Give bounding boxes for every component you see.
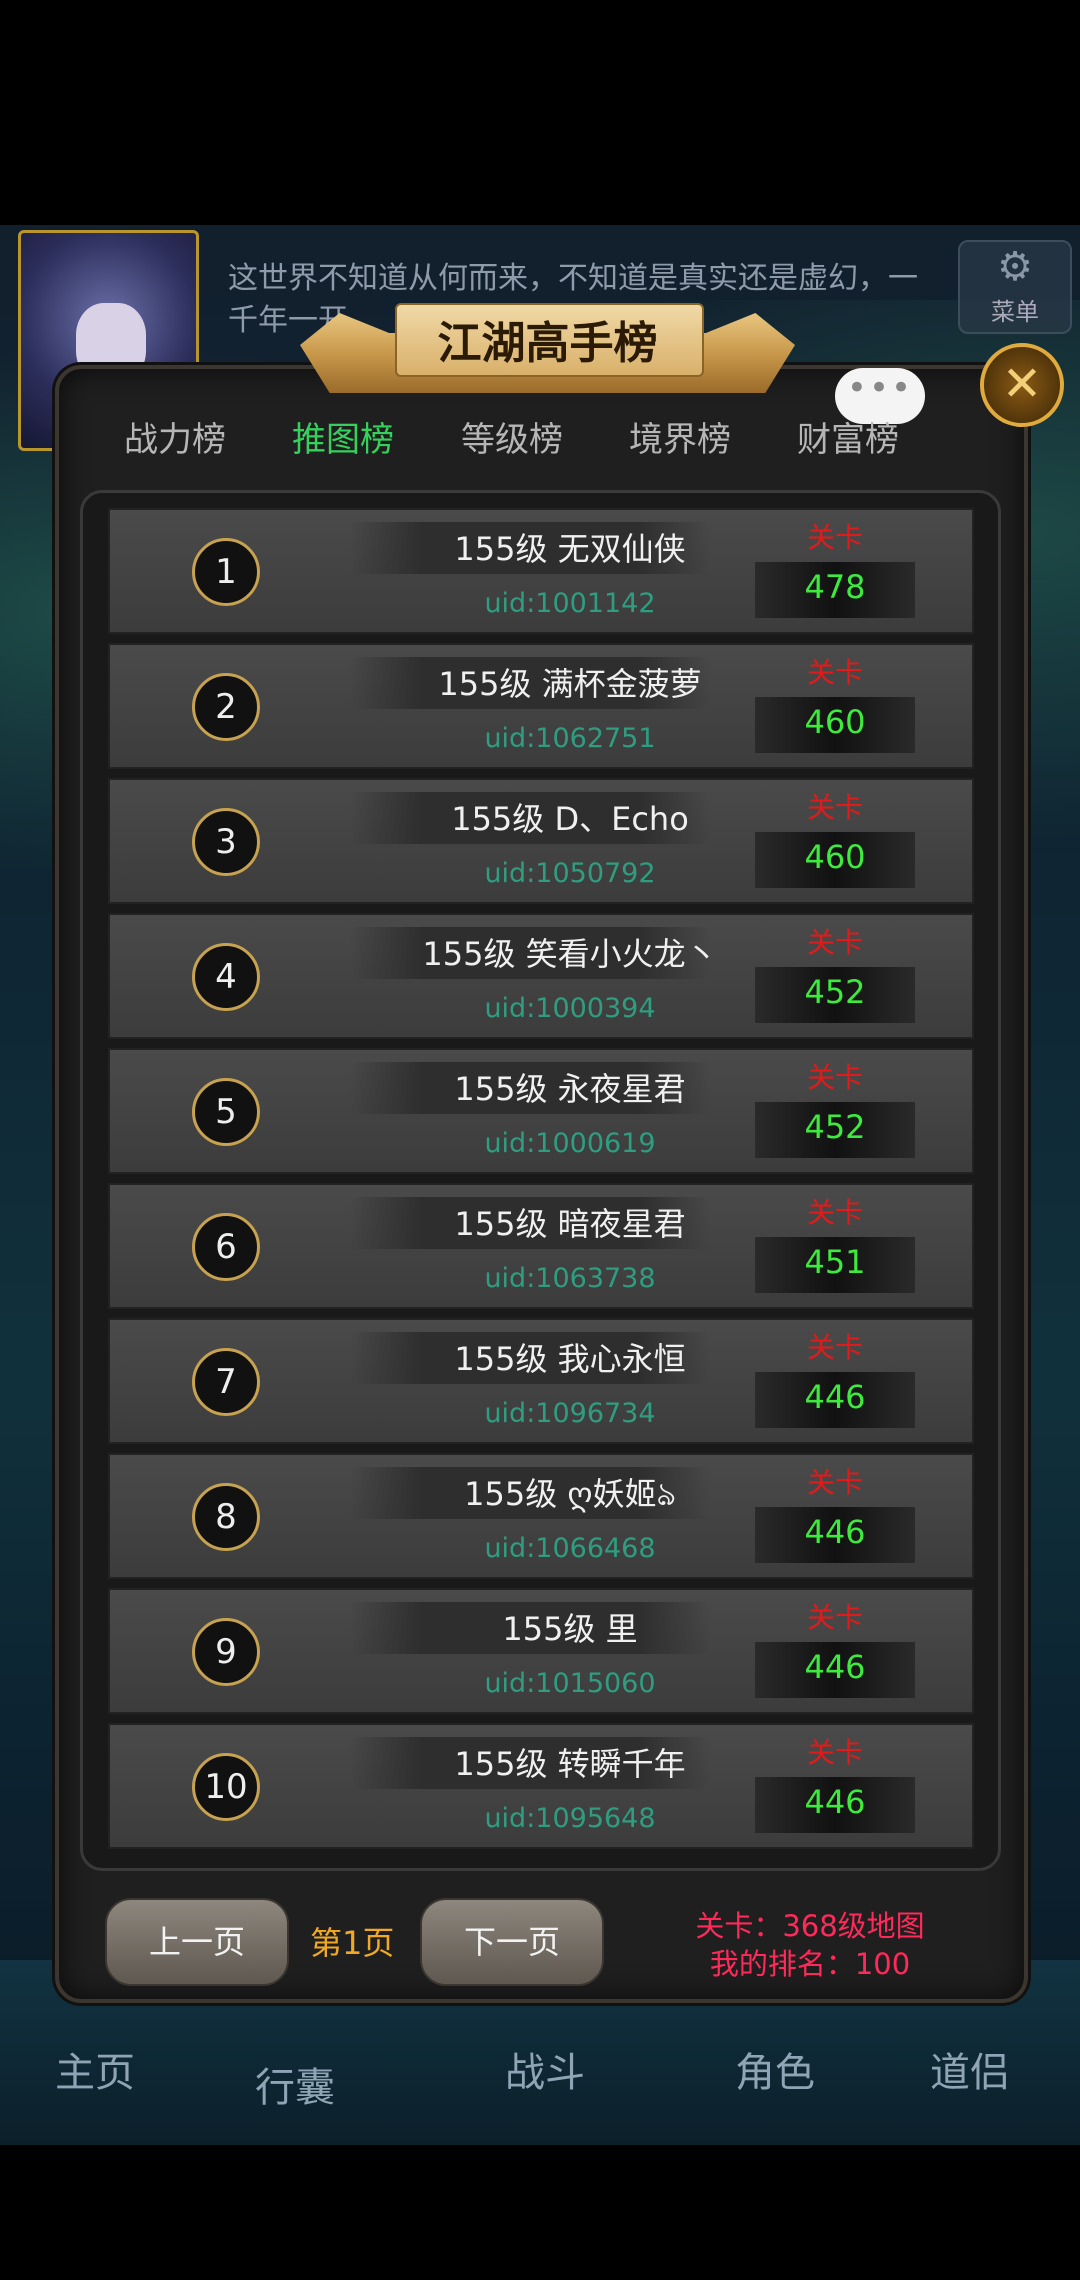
rank-badge: 3 bbox=[192, 808, 260, 876]
stage-label: 关卡 bbox=[806, 1061, 863, 1094]
leaderboard-row[interactable]: 8 155级 ღ妖姬ঌ uid:1066468 关卡 446 bbox=[108, 1453, 974, 1579]
rank-badge: 9 bbox=[192, 1618, 260, 1686]
tab-stage[interactable]: 推图榜 bbox=[263, 412, 423, 461]
next-page-button[interactable]: 下一页 bbox=[420, 1898, 604, 1986]
rank-badge: 10 bbox=[192, 1753, 260, 1821]
rank-badge: 6 bbox=[192, 1213, 260, 1281]
gear-icon: ⚙ bbox=[997, 244, 1033, 290]
nav-role[interactable]: 角色 bbox=[735, 2040, 815, 2098]
my-rank-text: 我的排名：100 bbox=[709, 1947, 911, 1981]
stage-label: 关卡 bbox=[806, 1331, 863, 1364]
stage-label: 关卡 bbox=[806, 1196, 863, 1229]
stage-label: 关卡 bbox=[806, 926, 863, 959]
menu-label: 菜单 bbox=[991, 298, 1039, 326]
stage-value: 446 bbox=[804, 1783, 866, 1821]
leaderboard-row[interactable]: 9 155级 里 uid:1015060 关卡 446 bbox=[108, 1588, 974, 1714]
rank-badge: 8 bbox=[192, 1483, 260, 1551]
stage-value: 460 bbox=[804, 703, 866, 741]
leaderboard-row[interactable]: 2 155级 满杯金菠萝 uid:1062751 关卡 460 bbox=[108, 643, 974, 769]
rank-badge: 2 bbox=[192, 673, 260, 741]
close-icon[interactable]: ✕ bbox=[980, 343, 1064, 427]
stage-label: 关卡 bbox=[806, 521, 863, 554]
nav-home[interactable]: 主页 bbox=[55, 2040, 135, 2098]
rank-badge: 1 bbox=[192, 538, 260, 606]
stage-value: 460 bbox=[804, 838, 866, 876]
tab-wealth[interactable]: 财富榜 bbox=[768, 412, 928, 461]
tab-power[interactable]: 战力榜 bbox=[95, 412, 255, 461]
leaderboard-row[interactable]: 7 155级 我心永恒 uid:1096734 关卡 446 bbox=[108, 1318, 974, 1444]
stage-value: 446 bbox=[804, 1378, 866, 1416]
prev-page-button[interactable]: 上一页 bbox=[105, 1898, 289, 1986]
my-stage-text: 关卡：368级地图 bbox=[695, 1909, 925, 1943]
rank-badge: 7 bbox=[192, 1348, 260, 1416]
leaderboard-row[interactable]: 6 155级 暗夜星君 uid:1063738 关卡 451 bbox=[108, 1183, 974, 1309]
nav-partner[interactable]: 道侣 bbox=[930, 2040, 1010, 2098]
tab-realm[interactable]: 境界榜 bbox=[600, 412, 760, 461]
stage-value: 478 bbox=[804, 568, 866, 606]
stage-label: 关卡 bbox=[806, 1736, 863, 1769]
leaderboard-row[interactable]: 4 155级 笑看小火龙丶 uid:1000394 关卡 452 bbox=[108, 913, 974, 1039]
stage-value: 446 bbox=[804, 1648, 866, 1686]
panel-title: 江湖高手榜 bbox=[437, 318, 658, 369]
menu-button[interactable]: ⚙ 菜单 bbox=[958, 240, 1072, 334]
stage-label: 关卡 bbox=[806, 1466, 863, 1499]
stage-value: 451 bbox=[804, 1243, 866, 1281]
leaderboard-row[interactable]: 3 155级 D、Echo uid:1050792 关卡 460 bbox=[108, 778, 974, 904]
rank-badge: 4 bbox=[192, 943, 260, 1011]
leaderboard-row[interactable]: 10 155级 转瞬千年 uid:1095648 关卡 446 bbox=[108, 1723, 974, 1849]
stage-label: 关卡 bbox=[806, 791, 863, 824]
rank-badge: 5 bbox=[192, 1078, 260, 1146]
nav-battle[interactable]: 战斗 bbox=[505, 2040, 585, 2098]
leaderboard-row[interactable]: 5 155级 永夜星君 uid:1000619 关卡 452 bbox=[108, 1048, 974, 1174]
stage-label: 关卡 bbox=[806, 1601, 863, 1634]
leaderboard-row[interactable]: 1 155级 无双仙侠 uid:1001142 关卡 478 bbox=[108, 508, 974, 634]
page-indicator: 第1页 bbox=[310, 1924, 395, 1962]
ranking-tabs: 战力榜 推图榜 等级榜 境界榜 财富榜 bbox=[95, 412, 985, 472]
title-banner: 江湖高手榜 bbox=[300, 295, 795, 395]
tab-level[interactable]: 等级榜 bbox=[432, 412, 592, 461]
stage-value: 452 bbox=[804, 973, 866, 1011]
nav-bag[interactable]: 行囊 bbox=[255, 2055, 335, 2113]
stage-label: 关卡 bbox=[806, 656, 863, 689]
stage-value: 446 bbox=[804, 1513, 866, 1551]
stage-value: 452 bbox=[804, 1108, 866, 1146]
